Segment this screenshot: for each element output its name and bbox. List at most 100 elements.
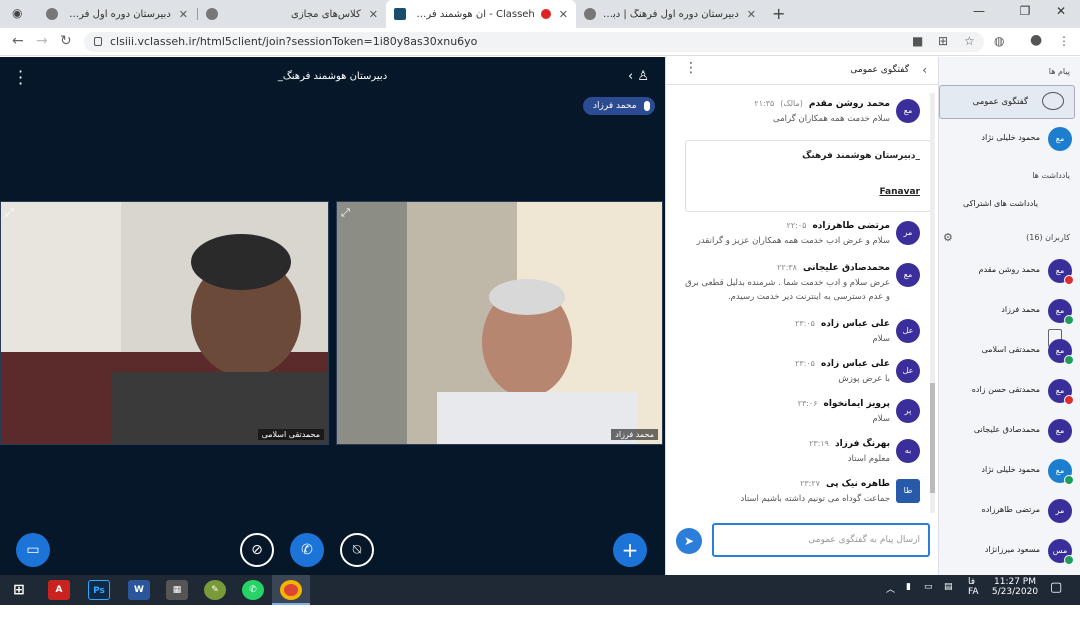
user-item[interactable]: مع محمدتقی حسن زاده bbox=[942, 377, 1074, 407]
author-name: مرتضی طاهرزاده bbox=[812, 221, 890, 231]
tab-2[interactable]: کلاس‌های مجازی ✕ bbox=[198, 0, 386, 28]
user-item[interactable]: مر مرتضی طاهرزاده bbox=[942, 497, 1074, 527]
close-window-button[interactable]: ✕ bbox=[1046, 4, 1076, 18]
battery-icon[interactable]: ▭ bbox=[924, 582, 933, 592]
user-item[interactable]: مع محمدصادق علیجانی bbox=[942, 417, 1074, 447]
tab-3-active[interactable]: Classeh - ان هوشمند فرهنگ_ ✕ bbox=[386, 0, 576, 28]
user-item[interactable]: مع محمود خلیلی نژاد bbox=[942, 457, 1074, 487]
forward-icon[interactable]: → bbox=[36, 33, 48, 49]
back-icon[interactable]: ← bbox=[12, 33, 24, 49]
camera-off-button[interactable]: ⊘ bbox=[240, 533, 274, 567]
browser-menu-icon[interactable]: ◉ bbox=[12, 6, 22, 20]
language-fa: فا bbox=[968, 577, 976, 587]
whatsapp-icon[interactable]: ✆ bbox=[242, 580, 264, 600]
avatar: عل bbox=[896, 319, 920, 343]
author-name: علی عباس زاده bbox=[820, 359, 890, 369]
message-author: بهرنگ فرزاد ۲۳:۱۹ bbox=[680, 439, 890, 449]
close-icon[interactable]: ✕ bbox=[369, 8, 378, 21]
user-item[interactable]: مع محمدتقی اسلامی bbox=[942, 337, 1074, 367]
user-name: محمدتقی اسلامی bbox=[981, 345, 1040, 354]
clock[interactable]: 11:27 PM 5/23/2020 bbox=[990, 577, 1040, 597]
tab-title: دبیرستان دوره اول فرهنگ | دبیرستا bbox=[602, 8, 739, 20]
avatar: مع bbox=[896, 99, 920, 123]
more-icon[interactable]: ⋮ bbox=[1058, 34, 1070, 48]
paint-icon[interactable]: ✎ bbox=[204, 580, 226, 600]
user-sidebar: پیام ها گفتگوی عمومی مع محمود خلیلی نژاد… bbox=[938, 57, 1080, 575]
chat-message: مع محمد روشن مقدم (مالک) ۲۱:۳۵ سلام خدمت ه… bbox=[680, 99, 920, 126]
users-section-title: کاربران (16) bbox=[1026, 233, 1070, 242]
camera-icon[interactable]: ■ bbox=[912, 34, 923, 48]
user-list-toggle-icon[interactable]: ‹ ♙ bbox=[628, 69, 649, 84]
mute-microphone-button[interactable]: ⍉ bbox=[340, 533, 374, 567]
chat-header: ⋮ گفتگوی عمومی ‹ bbox=[666, 57, 939, 85]
send-button[interactable]: ➤ bbox=[676, 528, 702, 554]
private-chat-item[interactable]: مع محمود خلیلی نژاد bbox=[942, 125, 1074, 155]
new-tab-button[interactable]: + bbox=[772, 4, 785, 23]
leave-audio-button[interactable]: ✆ bbox=[290, 533, 324, 567]
media-player-icon[interactable]: ▦ bbox=[166, 580, 188, 600]
message-text: سلام bbox=[872, 414, 890, 424]
mic-on-icon bbox=[1064, 315, 1074, 325]
avatar: به bbox=[896, 439, 920, 463]
expand-icon[interactable]: ⤢ bbox=[341, 206, 350, 220]
public-chat-item[interactable]: گفتگوی عمومی bbox=[939, 85, 1075, 119]
chevron-left-icon[interactable]: ‹ bbox=[922, 63, 927, 77]
message-time: ۲۳:۰۵ bbox=[795, 319, 815, 328]
below-screen bbox=[0, 605, 1080, 627]
microphone-tray-icon[interactable]: ▮ bbox=[906, 582, 911, 592]
private-chat-name: محمود خلیلی نژاد bbox=[981, 133, 1040, 142]
user-name: محمدصادق علیجانی bbox=[973, 425, 1040, 434]
maximize-button[interactable]: ❐ bbox=[1010, 4, 1040, 18]
chat-message: پر پرویز ایمانخواه ۲۳:۰۶ سلام bbox=[680, 399, 920, 426]
classeh-icon bbox=[394, 8, 406, 20]
message-time: ۲۳:۰۵ bbox=[795, 359, 815, 368]
notifications-icon[interactable]: ▢ bbox=[1050, 580, 1062, 595]
reload-icon[interactable]: ↻ bbox=[60, 33, 72, 49]
notes-section-title: یادداشت ها bbox=[1032, 171, 1070, 180]
tab-1[interactable]: دبیرستان دوره اول فرهنگ ✕ bbox=[38, 0, 196, 28]
chat-input[interactable]: ارسال پیام به گفتگوی عمومی bbox=[712, 523, 930, 557]
pdf-reader-icon[interactable]: A bbox=[48, 580, 70, 600]
video-tile-1[interactable]: ⤢ محمدتقی اسلامی bbox=[0, 201, 329, 445]
scrollbar-thumb[interactable] bbox=[930, 383, 935, 493]
profile-icon[interactable]: ● bbox=[1030, 32, 1042, 48]
star-icon[interactable]: ☆ bbox=[964, 34, 975, 48]
photoshop-icon[interactable]: Ps bbox=[88, 580, 110, 600]
chrome-icon[interactable] bbox=[280, 580, 302, 600]
owner-badge: (مالک) bbox=[780, 99, 803, 108]
message-time: ۲۳:۰۶ bbox=[797, 399, 818, 408]
translate-icon[interactable]: ⊞ bbox=[938, 34, 948, 48]
tray-chevron-icon[interactable]: ︿ bbox=[886, 582, 895, 595]
user-item[interactable]: مس مسعود میرزانژاد bbox=[942, 537, 1074, 567]
minimize-button[interactable]: — bbox=[964, 4, 994, 18]
meeting-title: _دبیرستان هوشمند فرهنگ bbox=[277, 71, 388, 82]
author-name: پرویز ایمانخواه bbox=[823, 399, 890, 409]
user-item[interactable]: مع محمد فرزاد bbox=[942, 297, 1074, 327]
chat-scrollbar[interactable] bbox=[930, 93, 935, 513]
tab-title: دبیرستان دوره اول فرهنگ bbox=[64, 8, 171, 20]
user-item[interactable]: مع محمد روشن مقدم bbox=[942, 257, 1074, 287]
lock-icon[interactable] bbox=[94, 37, 102, 46]
word-icon[interactable]: W bbox=[128, 580, 150, 600]
actions-add-button[interactable]: + bbox=[613, 533, 647, 567]
network-icon[interactable]: ▤ bbox=[944, 582, 953, 592]
url-field[interactable]: clsiii.vclasseh.ir/html5client/join?sess… bbox=[84, 32, 984, 52]
gear-icon[interactable]: ⚙ bbox=[943, 231, 953, 244]
user-name: محمد روشن مقدم bbox=[978, 265, 1040, 274]
windows-start-icon[interactable]: ⊞ bbox=[8, 580, 30, 600]
video-tile-2[interactable]: ⤢ محمد فرزاد bbox=[336, 201, 663, 445]
tab-4[interactable]: دبیرستان دوره اول فرهنگ | دبیرستا ✕ bbox=[576, 0, 764, 28]
language-indicator[interactable]: فا FA bbox=[968, 577, 979, 597]
close-icon[interactable]: ✕ bbox=[747, 8, 756, 21]
chat-options-icon[interactable]: ⋮ bbox=[684, 60, 698, 76]
globe-icon[interactable]: ◍ bbox=[994, 34, 1004, 48]
welcome-link[interactable]: Fanavar bbox=[879, 187, 920, 197]
shared-notes-item[interactable]: یادداشت های اشتراکی bbox=[942, 191, 1074, 347]
mic-on-icon bbox=[1064, 475, 1074, 485]
expand-icon[interactable]: ⤢ bbox=[5, 206, 14, 220]
close-icon[interactable]: ✕ bbox=[559, 8, 568, 21]
avatar: مع bbox=[896, 263, 920, 287]
close-icon[interactable]: ✕ bbox=[179, 8, 188, 21]
mic-on-icon bbox=[1064, 555, 1074, 565]
presentation-button[interactable]: ▭ bbox=[16, 533, 50, 567]
